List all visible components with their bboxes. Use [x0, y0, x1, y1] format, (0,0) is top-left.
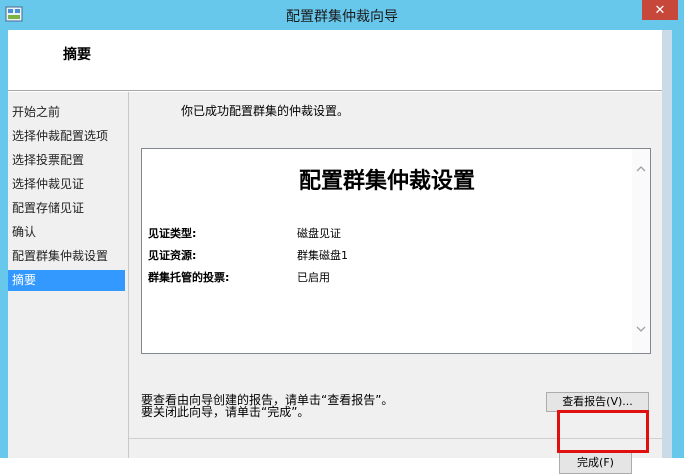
wizard-steps: 开始之前 选择仲裁配置选项 选择投票配置 选择仲裁见证 配置存储见证 确认 配置… [8, 92, 129, 458]
report-heading: 配置群集仲裁设置 [298, 169, 475, 194]
witness-resource-label: 见证资源: [148, 249, 197, 262]
cluster-managed-voting-value: 已启用 [297, 271, 330, 284]
window-title: 配置群集仲裁向导 [286, 9, 398, 25]
wizard-client: 摘要 开始之前 选择仲裁配置选项 选择投票配置 选择仲裁见证 配置存储见证 确认… [8, 30, 672, 474]
close-wizard-hint: 要关闭此向导，请单击“完成”。 [141, 405, 310, 419]
window-right-edge [662, 30, 672, 458]
scroll-down-icon[interactable] [632, 321, 650, 337]
success-message: 你已成功配置群集的仲裁设置。 [181, 104, 350, 118]
report-scrollbar[interactable] [632, 149, 650, 353]
cluster-managed-voting-label: 群集托管的投票: [148, 271, 230, 284]
nav-item-storage-witness[interactable]: 配置存储见证 [8, 198, 125, 219]
scroll-up-icon[interactable] [632, 161, 650, 177]
nav-item-select-witness[interactable]: 选择仲裁见证 [8, 174, 125, 195]
close-icon: ✕ [654, 2, 666, 18]
close-button[interactable]: ✕ [642, 0, 678, 20]
nav-item-select-voting[interactable]: 选择投票配置 [8, 150, 125, 171]
witness-type-label: 见证类型: [148, 227, 197, 240]
nav-item-configure-quorum[interactable]: 配置群集仲裁设置 [8, 246, 125, 267]
finish-button[interactable]: 完成(F) [559, 452, 632, 474]
page-title: 摘要 [63, 47, 91, 63]
view-report-button[interactable]: 查看报告(V)... [546, 392, 649, 412]
nav-item-summary[interactable]: 摘要 [8, 270, 125, 291]
report-content: 配置群集仲裁设置 见证类型: 磁盘见证 见证资源: 群集磁盘1 群集托管的投票:… [142, 149, 632, 353]
nav-item-select-quorum-option[interactable]: 选择仲裁配置选项 [8, 126, 125, 147]
nav-item-before-you-begin[interactable]: 开始之前 [8, 102, 125, 123]
nav-item-confirmation[interactable]: 确认 [8, 222, 125, 243]
witness-type-value: 磁盘见证 [297, 227, 341, 240]
highlight-rectangle [557, 410, 649, 453]
title-bar[interactable]: 配置群集仲裁向导 ✕ [0, 0, 684, 30]
content-pane: 你已成功配置群集的仲裁设置。 配置群集仲裁设置 见证类型: 磁盘见证 见证资源:… [129, 92, 662, 474]
witness-resource-value: 群集磁盘1 [297, 249, 348, 262]
report-panel[interactable]: 配置群集仲裁设置 见证类型: 磁盘见证 见证资源: 群集磁盘1 群集托管的投票:… [141, 148, 651, 354]
wizard-header: 摘要 [8, 30, 672, 91]
